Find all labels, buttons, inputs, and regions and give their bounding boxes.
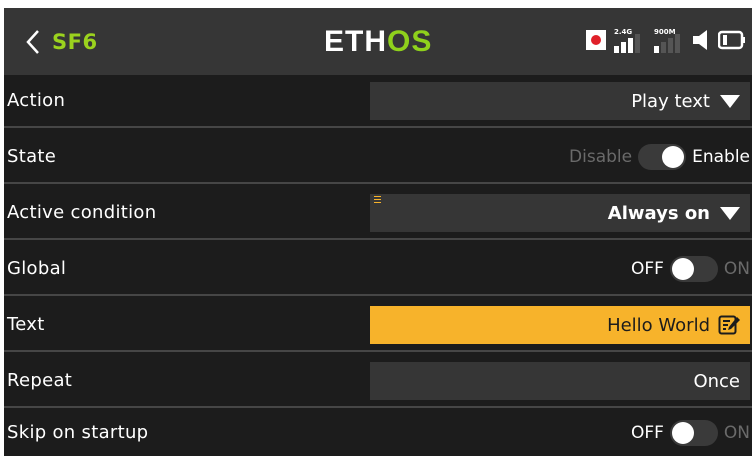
skip-on-startup-toggle[interactable]: OFF ON bbox=[631, 414, 750, 452]
logo-accent: OS bbox=[387, 24, 433, 58]
global-label: Global bbox=[7, 257, 67, 279]
speaker-icon bbox=[693, 30, 707, 50]
switch-knob bbox=[671, 422, 694, 444]
edit-icon[interactable] bbox=[718, 314, 740, 336]
back-chevron-icon bbox=[26, 29, 39, 54]
state-label: State bbox=[7, 145, 57, 167]
signal-2-4g-icon: 2.4G bbox=[614, 28, 640, 53]
skip-on-startup-label: Skip on startup bbox=[7, 421, 149, 443]
repeat-field[interactable]: Once bbox=[370, 362, 750, 400]
row-text: Text Hello World bbox=[4, 296, 752, 352]
row-global: Global OFF ON bbox=[4, 240, 752, 296]
back-button[interactable]: SF6 bbox=[4, 8, 104, 75]
skip-off-text: OFF bbox=[630, 423, 664, 443]
action-dropdown[interactable]: Play text bbox=[370, 82, 750, 120]
signal-900m-icon: 900M bbox=[654, 28, 680, 53]
global-switch[interactable] bbox=[669, 256, 718, 282]
row-state: State Disable Enable bbox=[4, 128, 752, 184]
global-on-text: ON bbox=[723, 259, 750, 279]
skip-on-text: ON bbox=[723, 423, 750, 443]
caret-down-icon bbox=[720, 94, 740, 108]
active-condition-label: Active condition bbox=[7, 201, 157, 223]
switch-knob bbox=[671, 258, 694, 280]
band-2-4g-label: 2.4G bbox=[614, 28, 632, 36]
row-active-condition: Active condition Always on bbox=[4, 184, 752, 240]
text-label: Text bbox=[7, 313, 45, 335]
action-value: Play text bbox=[631, 90, 710, 112]
global-off-text: OFF bbox=[630, 259, 664, 279]
action-label: Action bbox=[7, 89, 66, 111]
options-flag-icon bbox=[374, 196, 381, 203]
battery-icon bbox=[718, 30, 745, 50]
skip-switch[interactable] bbox=[669, 420, 718, 446]
status-icons: 2.4G 900M bbox=[586, 24, 746, 56]
repeat-label: Repeat bbox=[7, 369, 73, 391]
ethos-screen: SF6 ETH OS 2.4G 900M Action Play text St… bbox=[4, 8, 752, 456]
record-icon bbox=[586, 30, 606, 50]
global-toggle[interactable]: OFF ON bbox=[631, 250, 750, 288]
switch-knob bbox=[662, 146, 685, 168]
state-switch[interactable] bbox=[638, 144, 687, 170]
text-value: Hello World bbox=[607, 314, 710, 336]
caret-down-icon bbox=[720, 206, 740, 220]
row-action: Action Play text bbox=[4, 72, 752, 128]
active-condition-value: Always on bbox=[607, 202, 710, 224]
band-900m-label: 900M bbox=[654, 28, 676, 36]
state-on-text: Enable bbox=[692, 147, 750, 167]
row-repeat: Repeat Once bbox=[4, 352, 752, 408]
row-skip-on-startup: Skip on startup OFF ON bbox=[4, 404, 752, 456]
header-bar: SF6 ETH OS 2.4G 900M bbox=[4, 8, 752, 75]
logo-main: ETH bbox=[324, 24, 387, 58]
ethos-logo: ETH OS bbox=[324, 8, 432, 75]
state-off-text: Disable bbox=[569, 147, 633, 167]
model-name: SF6 bbox=[52, 29, 98, 54]
text-field[interactable]: Hello World bbox=[370, 306, 750, 344]
active-condition-dropdown[interactable]: Always on bbox=[370, 194, 750, 232]
repeat-value: Once bbox=[693, 370, 740, 392]
state-toggle[interactable]: Disable Enable bbox=[569, 138, 750, 176]
